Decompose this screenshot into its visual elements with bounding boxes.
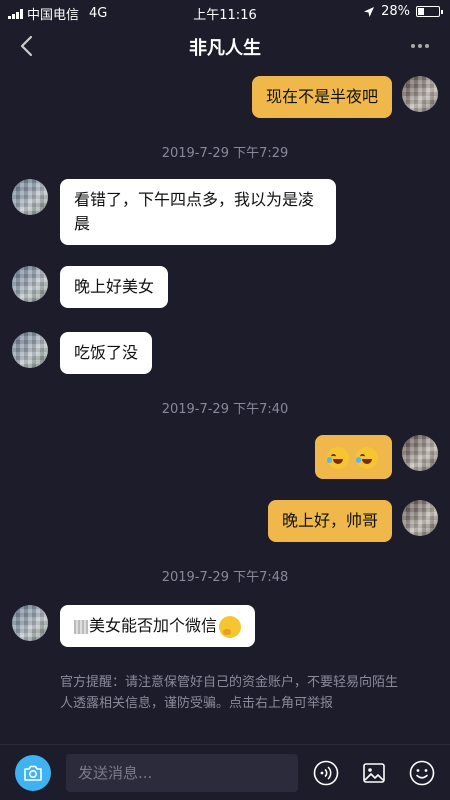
message-text: 吃饭了没: [74, 343, 139, 362]
status-right: 28%: [363, 4, 443, 19]
smiley-face-icon: [409, 760, 435, 786]
contact-avatar[interactable]: [12, 266, 48, 302]
contact-avatar[interactable]: [12, 179, 48, 215]
more-dot-icon: [418, 44, 422, 48]
chat-area[interactable]: 现在不是半夜吧 2019-7-29 下午7:29 看错了，下午四点多，我以为是凌…: [0, 68, 450, 744]
page-title: 非凡人生: [189, 38, 261, 59]
incoming-message-bubble[interactable]: 看错了，下午四点多，我以为是凌 晨: [60, 179, 336, 245]
voice-wave-icon: [313, 760, 339, 786]
camera-icon: [24, 765, 42, 781]
more-dot-icon: [411, 44, 415, 48]
image-icon: [363, 763, 385, 783]
incoming-message-bubble[interactable]: 吃饭了没: [60, 332, 153, 374]
back-button[interactable]: [12, 30, 44, 62]
timestamp-label: 2019-7-29 下午7:40: [161, 402, 289, 417]
my-avatar[interactable]: [402, 76, 438, 112]
nav-bar: 非凡人生: [0, 24, 450, 68]
voice-button[interactable]: [312, 759, 340, 787]
redacted-text-block: [74, 619, 88, 634]
my-avatar[interactable]: [402, 435, 438, 471]
timestamp-label: 2019-7-29 下午7:29: [161, 146, 289, 161]
contact-avatar[interactable]: [12, 332, 48, 368]
laughing-tears-emoji-icon: [326, 446, 349, 469]
camera-button[interactable]: [15, 755, 51, 791]
emoji-button[interactable]: [408, 759, 436, 787]
thinking-emoji-icon: [219, 615, 242, 638]
location-arrow-icon: [364, 6, 375, 17]
more-options-button[interactable]: [404, 30, 436, 62]
laughing-tears-emoji-icon: [356, 446, 378, 469]
my-avatar[interactable]: [402, 500, 438, 536]
image-button[interactable]: [360, 759, 388, 787]
outgoing-message-bubble[interactable]: [314, 435, 392, 479]
message-text: 美女能否加个微信: [89, 616, 218, 635]
contact-avatar[interactable]: [12, 605, 48, 641]
incoming-message-bubble[interactable]: 晚上好美女: [60, 266, 169, 308]
message-input[interactable]: [66, 754, 298, 792]
input-bar: [0, 744, 450, 800]
chevron-left-icon: [20, 35, 33, 57]
battery-icon: [416, 6, 443, 17]
incoming-message-bubble[interactable]: 美女能否加个微信: [60, 605, 256, 647]
message-text-line: 晨: [74, 214, 91, 233]
battery-percent: 28%: [381, 4, 410, 19]
message-text: 晚上好美女: [74, 277, 155, 296]
status-bar: 中国电信 4G 上午11:16 28%: [0, 0, 450, 24]
outgoing-message-bubble[interactable]: 晚上好，帅哥: [267, 500, 392, 542]
message-text: 晚上好，帅哥: [281, 511, 378, 530]
outgoing-message-bubble[interactable]: 现在不是半夜吧: [251, 76, 392, 118]
message-text: 现在不是半夜吧: [265, 87, 378, 106]
battery-fill: [418, 8, 424, 15]
message-text-line: 看错了，下午四点多，我以为是凌: [74, 190, 315, 209]
timestamp-label: 2019-7-29 下午7:48: [161, 570, 289, 585]
safety-notice[interactable]: 官方提醒：请注意保管好自己的资金账户，不要轻易向陌生人透露相关信息，谨防受骗。点…: [60, 672, 400, 714]
more-dot-icon: [425, 44, 429, 48]
